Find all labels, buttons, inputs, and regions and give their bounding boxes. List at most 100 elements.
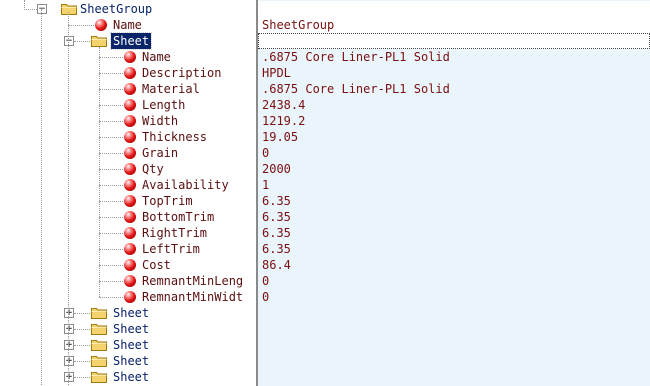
tree-node-property[interactable]: Width — [0, 113, 256, 129]
value-cell-empty[interactable] — [258, 33, 650, 49]
tree-node-label: SheetGroup — [80, 2, 153, 16]
value-cell[interactable]: .6875 Core Liner-PL1 Solid — [258, 49, 650, 65]
tree-node-property[interactable]: TopTrim — [0, 193, 256, 209]
tree-guide-horizontal — [99, 89, 123, 90]
expand-toggle-icon[interactable]: + — [64, 372, 74, 382]
value-cell[interactable]: 0 — [258, 145, 650, 161]
value-cell-empty[interactable] — [258, 1, 650, 17]
tree-node-property[interactable]: Name — [0, 49, 256, 65]
tree-guide-horizontal — [99, 265, 123, 266]
value-cell[interactable]: 0 — [258, 289, 650, 305]
value-cell[interactable]: 2438.4 — [258, 97, 650, 113]
tree-guide-horizontal — [99, 281, 123, 282]
tree-node-sheet-selected[interactable]: − Sheet — [0, 32, 256, 50]
property-label: Name — [113, 18, 142, 32]
value-cell[interactable]: 1 — [258, 177, 650, 193]
property-bullet-icon — [124, 211, 136, 223]
value-cell[interactable]: 6.35 — [258, 209, 650, 225]
tree-node-label: Sheet — [113, 354, 150, 368]
property-bullet-icon — [124, 67, 136, 79]
value-cell[interactable]: 2000 — [258, 161, 650, 177]
property-label: BottomTrim — [142, 210, 215, 224]
tree-node-label: Sheet — [113, 338, 150, 352]
tree-node-property[interactable]: Description — [0, 65, 256, 81]
property-label: Name — [142, 50, 171, 64]
tree-guide-horizontal — [99, 105, 123, 106]
property-bullet-icon — [124, 147, 136, 159]
property-label: Width — [142, 114, 179, 128]
tree-node-sheetgroup[interactable]: − SheetGroup — [0, 1, 256, 17]
tree-node-property[interactable]: Availability — [0, 177, 256, 193]
property-label: RemnantMinWidt — [142, 290, 244, 304]
tree-guide-horizontal — [74, 377, 90, 378]
expand-toggle-icon[interactable]: + — [64, 324, 74, 334]
tree-guide-vertical — [68, 12, 69, 385]
property-label: Availability — [142, 178, 229, 192]
tree-node-sheet[interactable]: + Sheet — [0, 369, 256, 385]
value-cell[interactable]: 6.35 — [258, 193, 650, 209]
expand-toggle-icon[interactable]: + — [64, 308, 74, 318]
tree-node-property[interactable]: RemnantMinWidt — [0, 289, 256, 305]
tree-node-sheet[interactable]: + Sheet — [0, 305, 256, 321]
tree-view[interactable]: − SheetGroup Name − Sheet Name Description Mate… — [0, 0, 256, 386]
property-bullet-icon — [124, 99, 136, 111]
property-label: RemnantMinLeng — [142, 274, 244, 288]
tree-guide-horizontal — [74, 345, 90, 346]
property-label: Material — [142, 82, 200, 96]
value-cell[interactable]: 0 — [258, 273, 650, 289]
value-cell[interactable]: HPDL — [258, 65, 650, 81]
property-bullet-icon — [124, 179, 136, 191]
tree-node-sheet[interactable]: + Sheet — [0, 337, 256, 353]
tree-guide-horizontal — [99, 121, 123, 122]
values-grid[interactable]: SheetGroup .6875 Core Liner-PL1 Solid HPDL… — [258, 0, 650, 386]
property-bullet-icon — [124, 51, 136, 63]
collapse-toggle-icon[interactable]: − — [37, 4, 47, 14]
value-cell[interactable]: 86.4 — [258, 257, 650, 273]
tree-guide-horizontal — [99, 185, 123, 186]
value-cell[interactable]: 19.05 — [258, 129, 650, 145]
tree-guide-vertical — [99, 47, 100, 297]
property-bullet-icon — [124, 83, 136, 95]
tree-guide-horizontal — [99, 297, 123, 298]
tree-node-property[interactable]: Grain — [0, 145, 256, 161]
value-cell[interactable]: 6.35 — [258, 225, 650, 241]
tree-node-property[interactable]: RemnantMinLeng — [0, 273, 256, 289]
folder-icon — [91, 340, 107, 351]
tree-guide-vertical — [41, 9, 42, 386]
folder-icon — [91, 372, 107, 383]
tree-node-sheet[interactable]: + Sheet — [0, 321, 256, 337]
tree-node-property[interactable]: Qty — [0, 161, 256, 177]
expand-toggle-icon[interactable]: + — [64, 340, 74, 350]
property-bullet-icon — [124, 163, 136, 175]
tree-node-sheet[interactable]: + Sheet — [0, 353, 256, 369]
value-cell[interactable]: 1219.2 — [258, 113, 650, 129]
tree-node-property[interactable]: Material — [0, 81, 256, 97]
property-bullet-icon — [124, 115, 136, 127]
property-bullet-icon — [124, 275, 136, 287]
tree-guide-horizontal — [74, 313, 90, 314]
tree-guide-horizontal — [99, 217, 123, 218]
tree-node-property[interactable]: BottomTrim — [0, 209, 256, 225]
tree-node-label: Sheet — [109, 32, 153, 50]
property-label: TopTrim — [142, 194, 193, 208]
value-cell[interactable]: 6.35 — [258, 241, 650, 257]
tree-guide-horizontal — [24, 9, 37, 10]
value-cell[interactable]: .6875 Core Liner-PL1 Solid — [258, 81, 650, 97]
tree-node-property[interactable]: LeftTrim — [0, 241, 256, 257]
value-cell[interactable]: SheetGroup — [258, 17, 650, 33]
tree-node-property[interactable]: RightTrim — [0, 225, 256, 241]
property-bullet-icon — [124, 243, 136, 255]
tree-guide-horizontal — [99, 153, 123, 154]
tree-node-name[interactable]: Name — [0, 17, 256, 33]
expand-toggle-icon[interactable]: + — [64, 356, 74, 366]
collapse-toggle-icon[interactable]: − — [64, 36, 74, 46]
tree-guide-vertical — [24, 0, 25, 10]
tree-node-property[interactable]: Length — [0, 97, 256, 113]
folder-icon — [91, 356, 107, 367]
tree-guide-horizontal — [99, 57, 123, 58]
property-label: Cost — [142, 258, 171, 272]
tree-node-property[interactable]: Thickness — [0, 129, 256, 145]
tree-node-property[interactable]: Cost — [0, 257, 256, 273]
property-label: Grain — [142, 146, 179, 160]
folder-icon — [91, 324, 107, 335]
